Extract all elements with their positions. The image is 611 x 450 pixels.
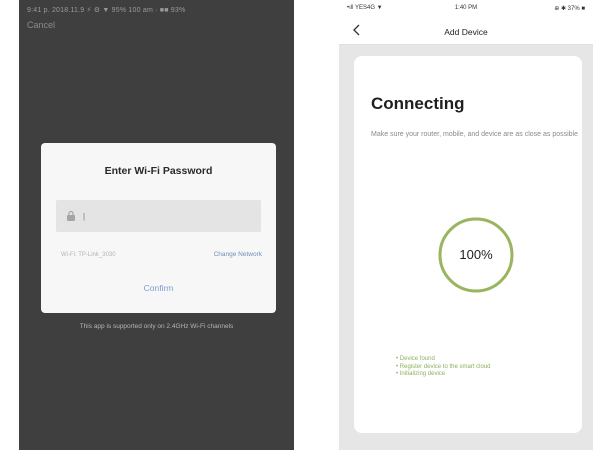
- page-title: Add Device: [444, 27, 488, 37]
- connection-steps: • Device found • Register device to the …: [396, 356, 490, 379]
- progress-percentage: 100%: [459, 247, 493, 262]
- password-input[interactable]: [83, 207, 253, 225]
- cancel-link[interactable]: Cancel: [27, 20, 55, 30]
- status-bar: •ıll YES4G ▼ 1:40 PM ⊕ ✱ 37% ■: [339, 0, 593, 16]
- lock-icon: [67, 210, 75, 221]
- navigation-bar: Add Device: [339, 16, 593, 45]
- connecting-description: Make sure your router, mobile, and devic…: [371, 131, 578, 138]
- status-bar: 9:41 p. 2018.11.9 ⚡ ⚙ ▼ 95% 100 am · ■■ …: [27, 7, 186, 14]
- wifi-password-dialog: Enter Wi-Fi Password Wi-Fi: TP-Link_3030…: [41, 143, 276, 313]
- password-field[interactable]: [56, 200, 261, 232]
- connecting-card: Connecting Make sure your router, mobile…: [354, 56, 582, 433]
- dialog-title: Enter Wi-Fi Password: [104, 165, 213, 177]
- left-phone-screen: 9:41 p. 2018.11.9 ⚡ ⚙ ▼ 95% 100 am · ■■ …: [19, 0, 294, 450]
- battery-status: ⊕ ✱ 37% ■: [554, 6, 585, 12]
- wifi-footnote: This app is supported only on 2.4GHz Wi-…: [79, 323, 234, 330]
- step-device-found: • Device found: [396, 356, 435, 362]
- change-network-link[interactable]: Change Network: [214, 251, 262, 258]
- connecting-title: Connecting: [371, 94, 465, 113]
- step-initializing-device: • Initializing device: [396, 371, 446, 377]
- wifi-network-name: Wi-Fi: TP-Link_3030: [61, 252, 116, 258]
- step-register-device: • Register device to the smart cloud: [396, 363, 491, 370]
- confirm-button[interactable]: Confirm: [41, 283, 276, 293]
- right-phone-screen: •ıll YES4G ▼ 1:40 PM ⊕ ✱ 37% ■ Add Devic…: [339, 0, 593, 450]
